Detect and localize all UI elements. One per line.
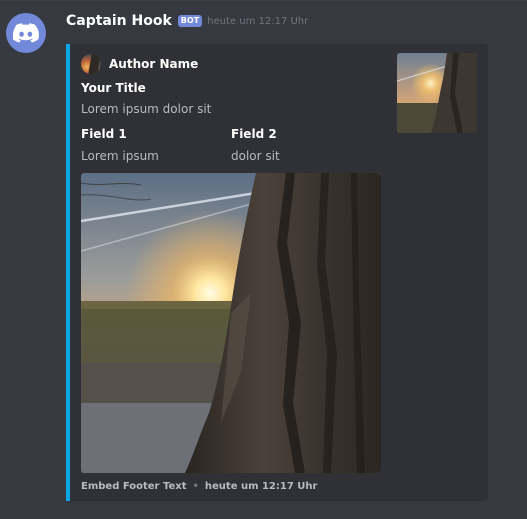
author-name: Author Name <box>109 57 199 71</box>
embed-image[interactable] <box>81 173 381 473</box>
field-value: Lorem ipsum <box>81 149 159 163</box>
footer-timestamp: heute um 12:17 Uhr <box>204 481 318 492</box>
message-divider <box>0 0 527 1</box>
embed-field: Field 1 Lorem ipsum <box>81 127 159 163</box>
embed-footer: Embed Footer Text • heute um 12:17 Uhr <box>81 481 317 492</box>
discord-logo-icon <box>13 23 39 43</box>
avatar[interactable] <box>6 13 46 53</box>
chat-message: Captain Hook BOT heute um 12:17 Uhr Auth… <box>0 0 527 519</box>
footer-separator: • <box>192 481 199 492</box>
field-name: Field 2 <box>231 127 277 141</box>
message-header: Captain Hook BOT heute um 12:17 Uhr <box>66 13 308 29</box>
embed-field: Field 2 dolor sit <box>231 127 280 163</box>
author-avatar-icon <box>81 54 101 74</box>
embed-author: Author Name <box>81 54 198 74</box>
bot-badge: BOT <box>177 15 203 27</box>
message-timestamp: heute um 12:17 Uhr <box>207 15 309 27</box>
embed-description: Lorem ipsum dolor sit <box>81 102 212 116</box>
field-name: Field 1 <box>81 127 127 141</box>
footer-text: Embed Footer Text <box>81 481 187 492</box>
embed-title: Your Title <box>81 81 146 95</box>
embed: Author Name Your Title Lorem ipsum dolor… <box>66 44 488 501</box>
field-value: dolor sit <box>231 149 280 163</box>
username[interactable]: Captain Hook <box>66 13 172 29</box>
embed-thumbnail[interactable] <box>397 53 477 133</box>
